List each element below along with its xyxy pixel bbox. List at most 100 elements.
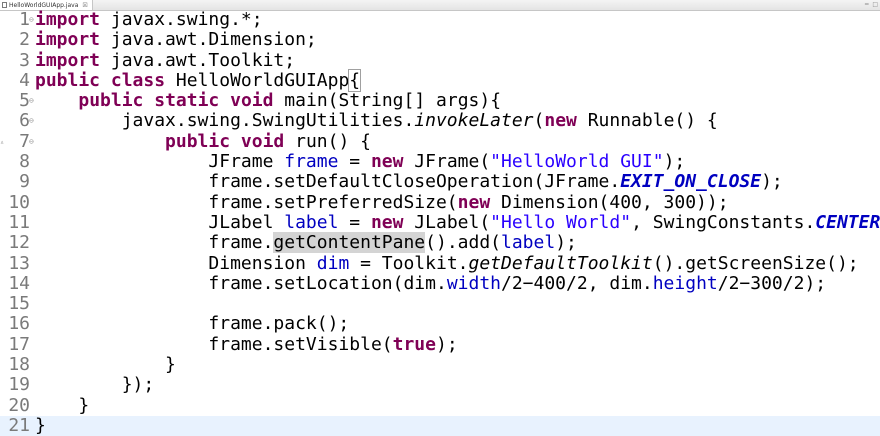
java-file-icon (2, 2, 7, 8)
line-number: 17 (8, 333, 30, 355)
code-line[interactable]: 4 public class HelloWorldGUIApp{ (0, 68, 880, 92)
code-token: frame.setLocation(dim. (35, 272, 447, 294)
code-token: dim (316, 252, 350, 274)
code-token: public (35, 69, 101, 91)
code-line[interactable]: 11 JLabel label = new JLabel("Hello Worl… (0, 211, 880, 233)
code-token: new (370, 211, 404, 233)
code-token: = Toolkit. (349, 252, 469, 274)
window-controls: = □ (864, 1, 878, 8)
code-token: } (35, 354, 176, 376)
code-token: run() { (284, 130, 371, 152)
code-line[interactable]: 21} (0, 414, 880, 436)
code-line[interactable]: 10 frame.setPreferredSize(new Dimension(… (0, 191, 880, 213)
line-number: 21 (8, 414, 30, 436)
code-line[interactable]: 16 frame.pack(); (0, 314, 880, 335)
code-token: frame.setDefaultCloseOperation(JFrame. (35, 171, 621, 193)
tab-title: HelloWorldGUIApp.java (9, 1, 79, 9)
code-token: import (35, 49, 101, 71)
code-text: Dimension dim = Toolkit.getDefaultToolki… (35, 252, 858, 274)
code-token: true (392, 333, 436, 355)
code-token: HelloWorldGUIApp (165, 69, 350, 91)
code-token: ); (435, 333, 458, 355)
code-token: label (284, 211, 339, 233)
line-number: 15 (8, 293, 30, 315)
code-token: /2−300/2); (717, 272, 827, 294)
code-token: Dimension (35, 252, 317, 274)
line-number: 10 (8, 191, 30, 213)
code-token: "Hello World" (490, 211, 632, 233)
code-token: /2−400/2, dim. (501, 272, 653, 294)
code-token: CENTER (815, 211, 880, 233)
code-line[interactable]: 1⊖import javax.swing.*; (0, 9, 880, 30)
code-line[interactable]: 14 frame.setLocation(dim.width/2−400/2, … (0, 272, 880, 294)
code-token: ); (761, 171, 783, 193)
line-number: 6 (19, 110, 30, 132)
code-line[interactable]: 8 JFrame frame = new JFrame("HelloWorld … (0, 151, 880, 173)
code-token: ); (555, 232, 577, 254)
code-token: JFrame (35, 151, 285, 173)
line-number: 12 (8, 232, 30, 254)
code-line[interactable]: 18 } (0, 354, 880, 376)
code-line[interactable]: ▵ 7⊖ public void run() { (0, 130, 880, 152)
code-line[interactable]: 19 }); (0, 374, 880, 396)
code-token: invokeLater (414, 110, 534, 132)
code-token: public (78, 90, 144, 112)
code-token: javax.swing.*; (100, 9, 263, 30)
code-token: frame (284, 151, 339, 173)
code-token: getDefaultToolkit (468, 252, 653, 274)
code-token: } (35, 414, 46, 436)
line-number: 8 (19, 151, 30, 173)
code-line[interactable]: 3 import java.awt.Toolkit; (0, 49, 880, 71)
line-number: 13 (8, 252, 30, 274)
line-number: 20 (8, 394, 30, 416)
code-token: main(String[] args){ (273, 90, 502, 112)
code-token: JLabel (35, 211, 285, 233)
code-line[interactable]: 9 frame.setDefaultCloseOperation(JFrame.… (0, 171, 880, 193)
code-line[interactable]: 12 frame.getContentPane().add(label); (0, 232, 880, 254)
code-text: } (35, 414, 46, 436)
code-token: getContentPane (273, 232, 426, 254)
code-token: new (544, 110, 577, 132)
code-text: }); (35, 374, 155, 396)
code-token: = (338, 211, 371, 233)
code-line[interactable]: 5⊖ public static void main(String[] args… (0, 90, 880, 111)
line-number: 7 (19, 130, 30, 152)
code-text: public static void main(String[] args){ (35, 91, 501, 111)
maximize-icon[interactable]: □ (872, 1, 878, 8)
code-token: JLabel( (403, 211, 491, 233)
code-token: void (240, 130, 285, 152)
code-token: "HelloWorld GUI" (490, 151, 664, 173)
line-number: 11 (8, 211, 30, 233)
code-line[interactable]: 13 Dimension dim = Toolkit.getDefaultToo… (0, 252, 880, 274)
code-line[interactable]: 2 import java.awt.Dimension; (0, 29, 880, 50)
code-token: width (446, 272, 501, 294)
code-line[interactable]: 20 } (0, 394, 880, 416)
code-text: frame.setDefaultCloseOperation(JFrame.EX… (35, 171, 783, 193)
code-token: { (348, 68, 362, 92)
code-token: frame. (35, 232, 274, 254)
code-token: public (165, 130, 231, 152)
line-number: 1 (19, 9, 30, 30)
code-line[interactable]: 15 (0, 293, 880, 315)
code-text: frame.setLocation(dim.width/2−400/2, dim… (35, 272, 827, 294)
code-editor[interactable]: 1⊖import javax.swing.*; 2 import java.awt.… (0, 9, 880, 436)
tab-close-icon[interactable]: ☒ (82, 2, 87, 9)
code-text: public class HelloWorldGUIApp{ (35, 68, 362, 92)
code-token: void (230, 90, 274, 112)
code-line[interactable]: 6⊖ javax.swing.SwingUtilities.invokeLate… (0, 110, 880, 132)
code-line[interactable]: 17 frame.setVisible(true); (0, 333, 880, 355)
code-token: Runnable() { (576, 110, 718, 132)
code-token: }); (35, 374, 155, 396)
code-text: import javax.swing.*; (35, 9, 263, 30)
minimize-icon[interactable]: = (864, 1, 869, 8)
code-token: frame.setPreferredSize( (35, 191, 458, 213)
code-token: javax.swing.SwingUtilities. (35, 110, 415, 132)
code-token: static (154, 90, 220, 112)
code-text: frame.setPreferredSize(new Dimension(400… (35, 191, 728, 213)
code-token: import (35, 9, 101, 30)
